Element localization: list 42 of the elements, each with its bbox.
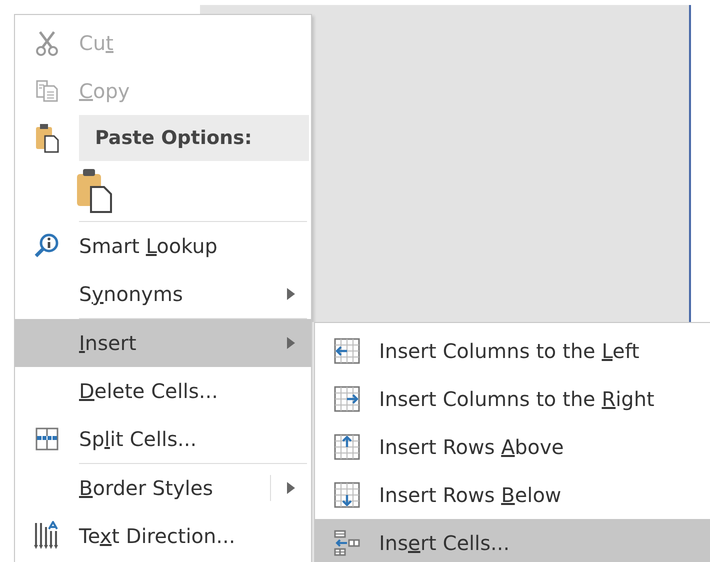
menu-item[interactable]: Border Styles bbox=[15, 464, 311, 512]
menu-item[interactable]: Synonyms bbox=[15, 270, 311, 318]
menu-item-label: Insert Columns to the Right bbox=[379, 387, 656, 411]
menu-item[interactable]: Text Direction... bbox=[15, 512, 311, 560]
insert-above-icon bbox=[334, 434, 360, 460]
copy-icon bbox=[35, 79, 59, 103]
clipboard-icon bbox=[75, 168, 113, 214]
menu-item-label: Smart Lookup bbox=[79, 234, 218, 258]
menu-item-label: Delete Cells... bbox=[79, 379, 219, 403]
menu-item-label: Text Direction... bbox=[79, 524, 236, 548]
insert-below-icon bbox=[334, 482, 360, 508]
menu-item-label: Copy bbox=[79, 79, 131, 103]
menu-item[interactable]: Insert Rows Below bbox=[315, 471, 710, 519]
menu-item-label: Insert Columns to the Left bbox=[379, 339, 640, 363]
menu-item-label: Insert bbox=[79, 331, 138, 355]
menu-item-label: Insert Rows Above bbox=[379, 435, 565, 459]
menu-item[interactable]: Insert Cells... bbox=[315, 519, 710, 562]
menu-item-label: Border Styles bbox=[79, 476, 214, 500]
menu-item-label: Insert Cells... bbox=[379, 531, 511, 555]
clipboard-icon bbox=[34, 123, 60, 153]
paste-options-header: Paste Options: bbox=[79, 115, 309, 161]
text-direction-icon bbox=[33, 521, 61, 551]
search-icon bbox=[34, 233, 60, 259]
insert-left-icon bbox=[334, 338, 360, 364]
menu-item[interactable]: Insert bbox=[15, 319, 311, 367]
insert-right-icon bbox=[334, 386, 360, 412]
table-icon bbox=[35, 427, 59, 451]
menu-item[interactable]: Insert Rows Above bbox=[315, 423, 710, 471]
menu-item[interactable]: Split Cells... bbox=[15, 415, 311, 463]
insert-cells-icon bbox=[334, 530, 360, 556]
submenu-arrow-icon bbox=[287, 288, 295, 300]
submenu-arrow-icon bbox=[287, 482, 295, 494]
menu-item-label: Split Cells... bbox=[79, 427, 198, 451]
menu-item[interactable]: Insert Columns to the Right bbox=[315, 375, 710, 423]
menu-item[interactable]: Insert Columns to the Left bbox=[315, 327, 710, 375]
menu-item-label: Synonyms bbox=[79, 282, 184, 306]
menu-item-label: Cut bbox=[79, 31, 114, 55]
menu-item[interactable]: Smart Lookup bbox=[15, 222, 311, 270]
submenu-arrow-icon bbox=[287, 337, 295, 349]
menu-item-label: Insert Rows Below bbox=[379, 483, 562, 507]
menu-item[interactable]: Delete Cells... bbox=[15, 367, 311, 415]
scissors-icon bbox=[35, 30, 59, 56]
